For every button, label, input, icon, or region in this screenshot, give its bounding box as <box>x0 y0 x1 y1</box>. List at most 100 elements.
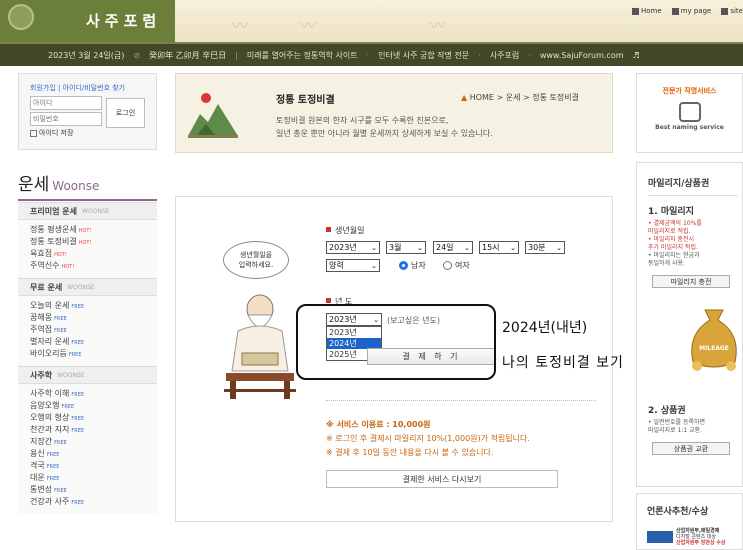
sidebar-item[interactable]: 오행의 형상 FREE <box>30 412 157 424</box>
sidebar-item[interactable]: 지장간 FREE <box>30 436 157 448</box>
page-title: 정통 토정비결 <box>276 95 335 106</box>
save-id-checkbox[interactable]: 아이디 저장 <box>30 128 156 138</box>
sidebar-item-badge: FREE <box>71 416 85 422</box>
sidebar-section-header: 프리미엄 운세 WOONSE <box>18 202 157 220</box>
sidebar-item-badge: FREE <box>68 352 82 358</box>
sidebar-item-label: 바이오리듬 <box>30 349 67 358</box>
sidebar-item[interactable]: 통변성 FREE <box>30 484 157 496</box>
sidebar-item[interactable]: 대운 FREE <box>30 472 157 484</box>
sidebar-item[interactable]: 정통 평생운세 HOT! <box>30 224 157 236</box>
sidebar-section-header: 무료 운세 WOONSE <box>18 278 157 296</box>
sidebar-item[interactable]: 꿈해몽 FREE <box>30 312 157 324</box>
sage-illustration <box>224 294 296 399</box>
sidebar-item[interactable]: 격국 FREE <box>30 460 157 472</box>
sidebar-item[interactable]: 육효점 HOT! <box>30 248 157 260</box>
cloud-ornament: 〰 <box>300 16 317 35</box>
sidebar-section-title: 사주학 <box>30 370 53 380</box>
sidebar-item[interactable]: 오늘의 운세 FREE <box>30 300 157 312</box>
sidebar-item-badge: FREE <box>61 404 75 410</box>
chevron-down-icon: ⌄ <box>371 261 377 270</box>
sidebar-item[interactable]: 주역신수 HOT! <box>30 260 157 272</box>
today-date: 2023년 3월 24일(금) <box>48 50 125 60</box>
top-link-mypage[interactable]: my page <box>671 7 711 15</box>
naming-icon <box>678 102 701 122</box>
sidebar-item-badge: FREE <box>71 304 85 310</box>
sidebar-item[interactable]: 천간과 지지 FREE <box>30 424 157 436</box>
naming-service-banner[interactable]: 전문가 작명서비스 Best naming service <box>636 73 743 153</box>
password-input[interactable] <box>30 112 102 126</box>
view-again-button[interactable]: 결제한 서비스 다시보기 <box>326 470 558 488</box>
sidebar-item-label: 지장간 <box>30 437 53 446</box>
top-link-sitemap[interactable]: site <box>721 7 743 15</box>
gender-female-radio[interactable]: 여자 <box>443 260 470 271</box>
radio-icon <box>443 261 452 270</box>
birth-month-select[interactable]: 3월 ⌄ <box>386 241 426 254</box>
annotation-box <box>296 304 496 380</box>
sidebar-item[interactable]: 별자리 운세 FREE <box>30 336 157 348</box>
mileage-box: 마일리지/상품권 1. 마일리지 • 결제금액의 10%를 마일리지로 적립. … <box>636 162 743 487</box>
sidebar-section-title: 프리미엄 운세 <box>30 206 77 216</box>
sidebar-item[interactable]: 음양오행 FREE <box>30 400 157 412</box>
gift-subheading: 2. 상품권 <box>648 406 686 416</box>
sidebar-item-badge: FREE <box>54 488 67 494</box>
sidebar-item-label: 통변성 <box>30 485 53 494</box>
section-title: 운세 Woonse <box>18 170 157 201</box>
chevron-down-icon: ⌄ <box>417 243 423 252</box>
sidebar-item-badge: HOT! <box>78 240 92 246</box>
birth-minute-select[interactable]: 30분 ⌄ <box>525 241 565 254</box>
sidebar-item-badge: FREE <box>54 316 67 322</box>
sidebar-item-badge: HOT! <box>54 252 67 258</box>
birth-day-select[interactable]: 24일 ⌄ <box>433 241 473 254</box>
sidebar-item-badge: FREE <box>71 500 85 506</box>
sidebar-item[interactable]: 건강과 사주 FREE <box>30 496 157 508</box>
bubble-line: 입력하세요. <box>238 261 274 269</box>
sidebar-item-label: 꿈해몽 <box>30 313 53 322</box>
press-award-box: 언론사추천/수상 산업자원부,매일경제 디지털 콘텐츠 대상 산업자원부 장관상… <box>636 493 743 550</box>
site-logo[interactable]: 사주포럼 <box>0 0 175 42</box>
mileage-charge-button[interactable]: 마일리지 충전 <box>652 275 730 288</box>
calendar-type-select[interactable]: 양력 ⌄ <box>326 259 380 272</box>
award-banner[interactable]: 산업자원부,매일경제 디지털 콘텐츠 대상 산업자원부 장관상 수상 <box>647 528 742 546</box>
service-notice: ※ 서비스 이용료 : 10,000원 ※ 로그인 후 결제시 마일리지 10%… <box>326 418 530 460</box>
annotation-line-1: 2024년(내년) <box>502 320 588 336</box>
sidebar-item[interactable]: 바이오리듬 FREE <box>30 348 157 360</box>
birth-hour-select[interactable]: 15시 ⌄ <box>479 241 519 254</box>
notice-line: ※ 결제 후 10일 동안 내용을 다시 볼 수 있습니다. <box>326 448 494 457</box>
sidebar-section-header: 사주학 WOONSE <box>18 366 157 384</box>
chevron-down-icon: ⌄ <box>556 243 562 252</box>
sidebar-item-badge: FREE <box>71 392 85 398</box>
breadcrumb-home[interactable]: HOME <box>470 93 494 102</box>
sidebar-list: 사주학 이해 FREE 음양오행 FREE 오행의 형상 FREE 천간과 지지 FREE 지장… <box>18 384 157 514</box>
join-find-links[interactable]: 회원가입 | 아이디/비밀번호 찾기 <box>30 83 156 93</box>
sidebar-item-badge: FREE <box>46 452 60 458</box>
sidebar-item[interactable]: 주역점 FREE <box>30 324 157 336</box>
svg-text:MILEAGE: MILEAGE <box>699 345 729 352</box>
sidebar-item[interactable]: 용신 FREE <box>30 448 157 460</box>
home-icon <box>632 7 639 15</box>
sidebar-item-label: 주역점 <box>30 325 53 334</box>
bubble-line: 생년월일을 <box>239 251 273 259</box>
breadcrumb-home-icon[interactable]: ▲ <box>461 93 467 102</box>
sidebar-item-badge: FREE <box>54 440 67 446</box>
music-icon[interactable]: ♬ <box>633 51 640 60</box>
sidebar-item-label: 음양오행 <box>30 401 60 410</box>
sidebar-item-label: 격국 <box>30 461 45 470</box>
naming-title: 전문가 작명서비스 <box>662 87 717 95</box>
gender-male-radio[interactable]: 남자 <box>399 260 426 271</box>
sidebar-item-badge: HOT! <box>61 264 75 270</box>
gift-exchange-button[interactable]: 상품권 교환 <box>652 442 730 455</box>
birth-year-select[interactable]: 2023년 ⌄ <box>326 241 380 254</box>
sidebar-item-label: 오행의 형상 <box>30 413 70 422</box>
sidebar-item[interactable]: 정통 토정비결 HOT! <box>30 236 157 248</box>
top-link-home[interactable]: Home <box>632 7 662 15</box>
sidebar-menu: 프리미엄 운세 WOONSE 정통 평생운세 HOT! 정통 토정비결 HOT! 육효점 HO… <box>18 202 157 514</box>
sidebar-item[interactable]: 사주학 이해 FREE <box>30 388 157 400</box>
sidebar-item-label: 정통 토정비결 <box>30 237 77 246</box>
mypage-icon <box>671 7 679 15</box>
sidebar-item-badge: FREE <box>71 340 85 346</box>
id-input[interactable] <box>30 96 102 110</box>
breadcrumb: ▲ HOME > 운세 > 정통 토정비결 <box>461 92 579 103</box>
sidebar-section-tag: WOONSE <box>81 207 110 215</box>
login-button[interactable]: 로그인 <box>106 98 145 128</box>
header-info-bar: 2023년 3월 24일(금) ⊘ 癸卯年 乙卯月 辛巳日 | 미래를 열어주는… <box>0 42 743 66</box>
